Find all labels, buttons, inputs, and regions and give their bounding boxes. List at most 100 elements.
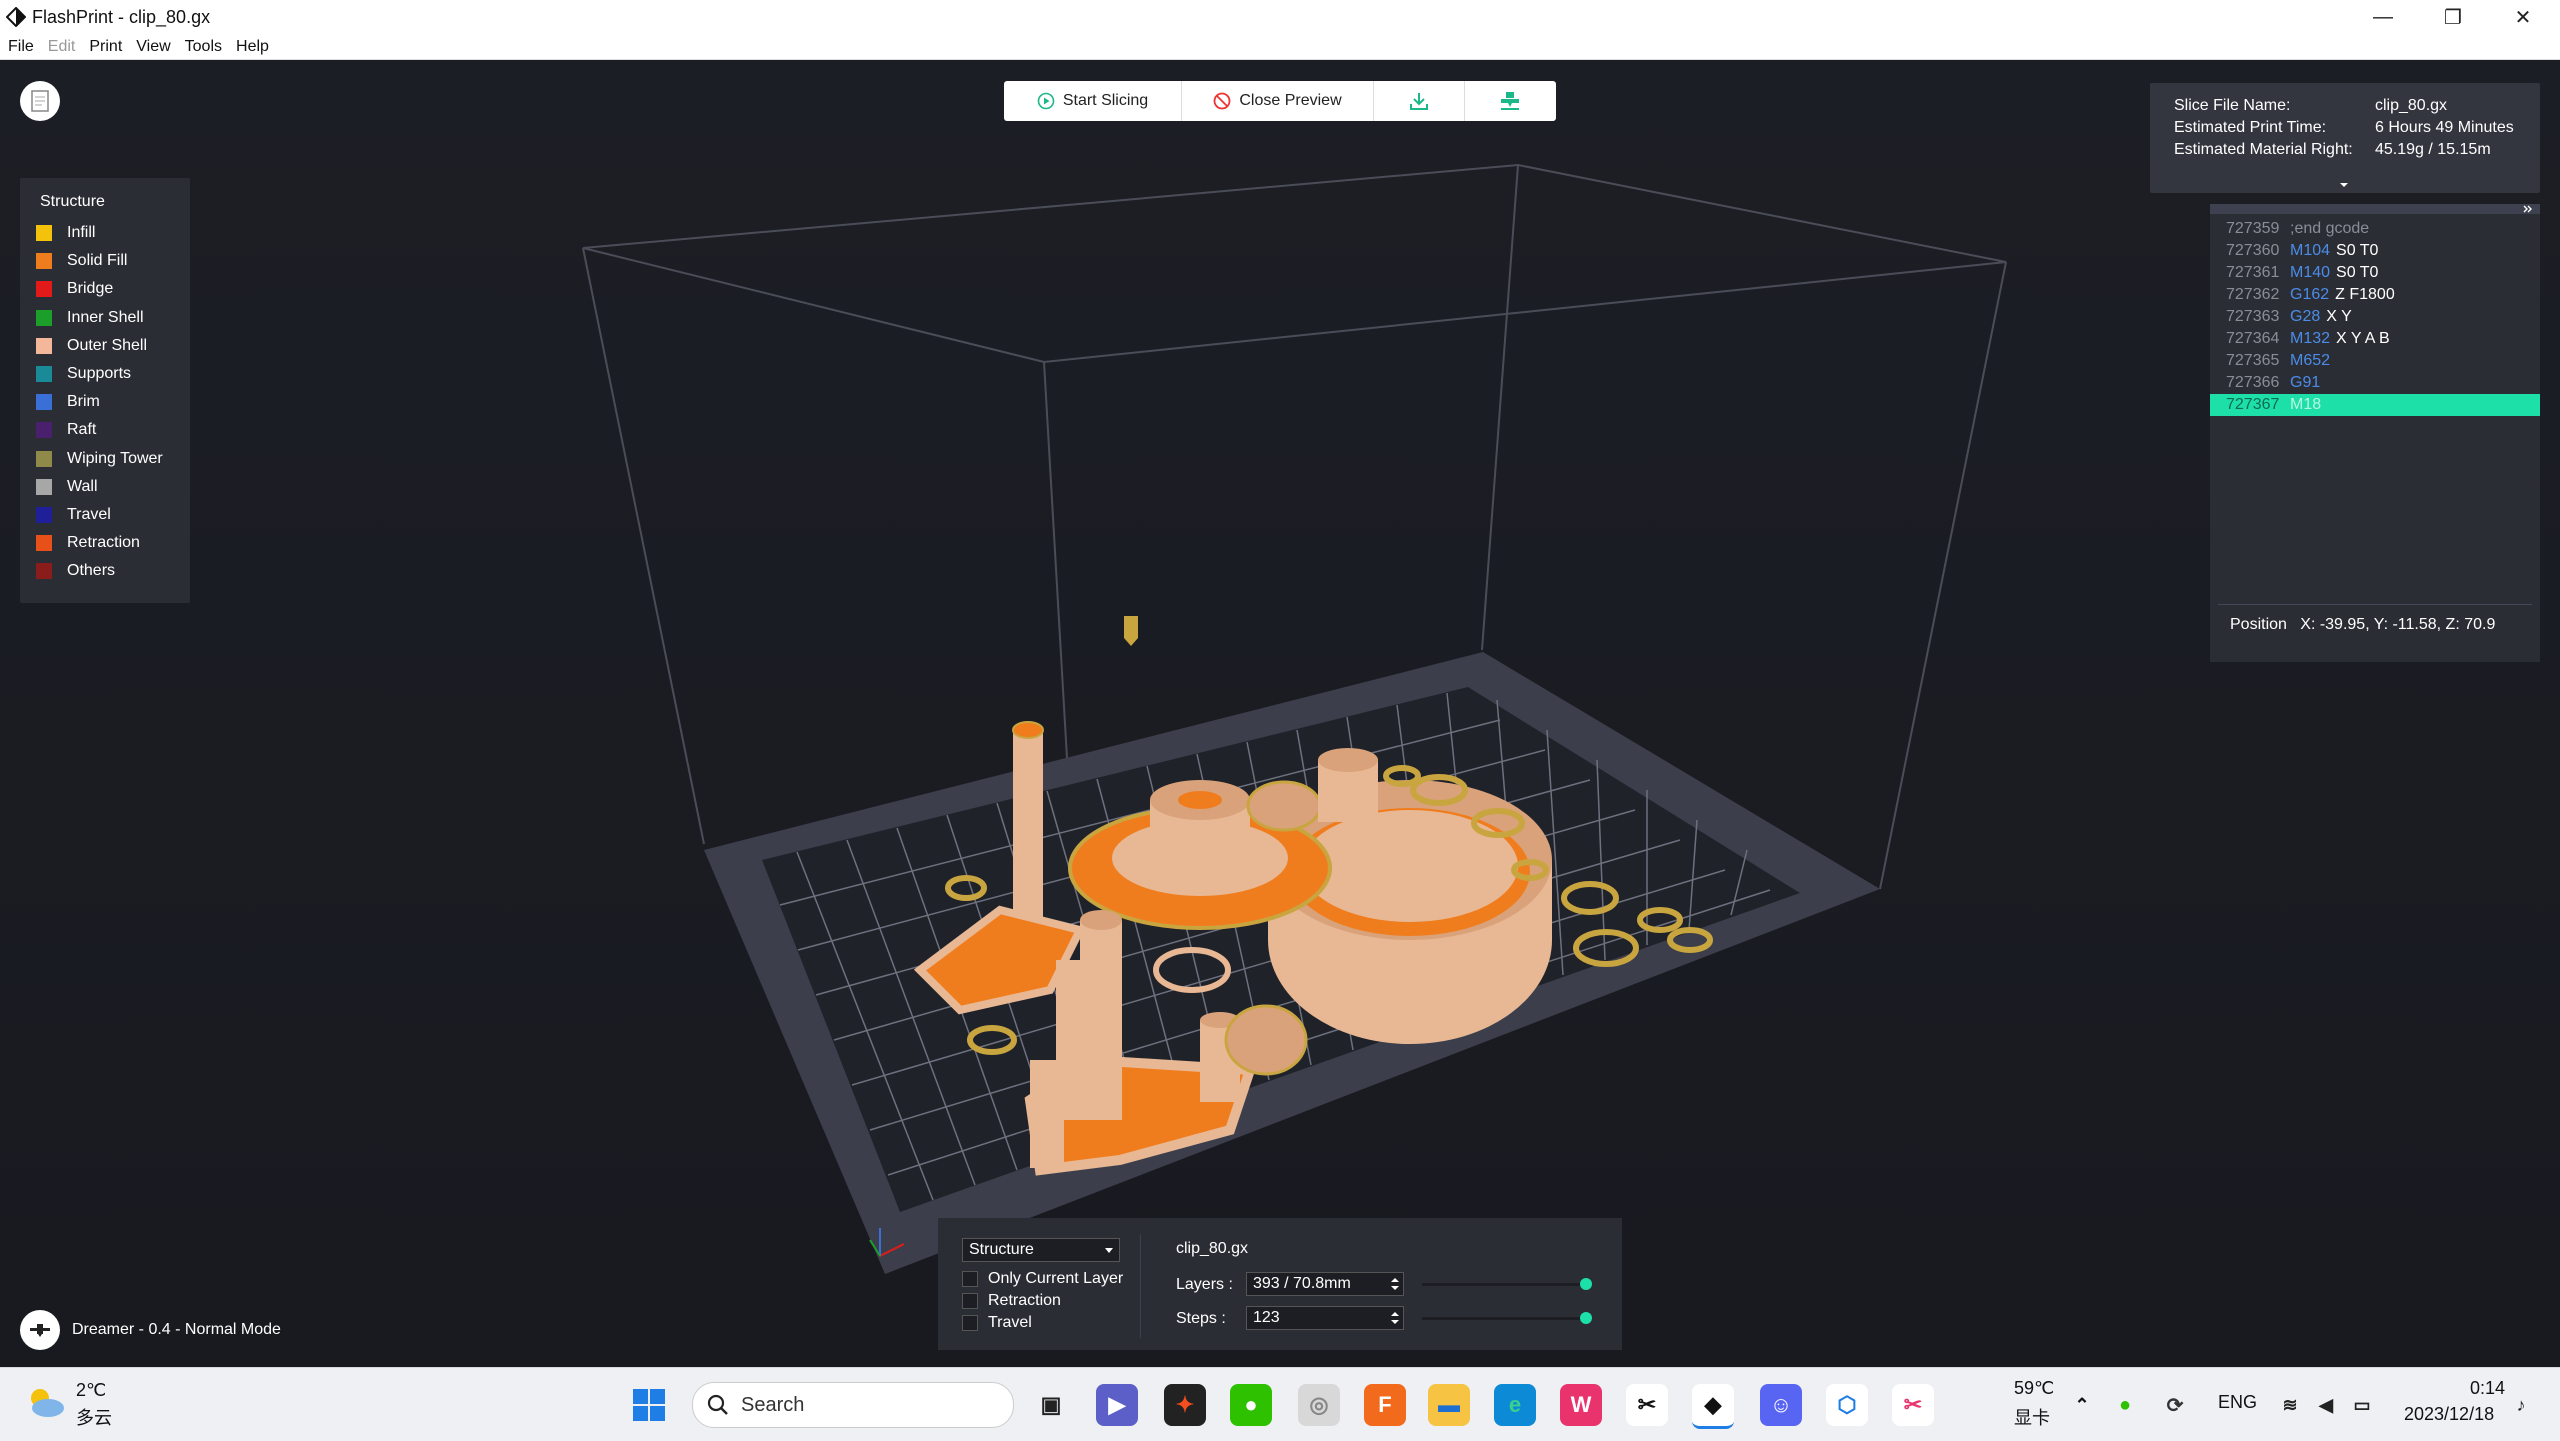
printer-icon (1501, 92, 1520, 110)
legend-item-bridge: Bridge (36, 276, 113, 302)
legend-label: Bridge (67, 280, 114, 298)
steps-slider[interactable] (1422, 1312, 1592, 1324)
3d-viewport[interactable]: Start Slicing Close Preview Structure In… (0, 60, 2560, 1367)
maximize-button[interactable]: ❐ (2418, 0, 2488, 34)
travel-checkbox[interactable]: Travel (962, 1314, 1032, 1332)
legend-item-infill: Infill (36, 220, 95, 246)
gcode-line[interactable]: 727359 ;end gcode (2226, 218, 2526, 240)
wps-icon[interactable]: W (1560, 1384, 1602, 1426)
legend-label: Outer Shell (67, 336, 148, 354)
steps-spinbox[interactable]: 123 (1246, 1306, 1404, 1330)
gcode-line[interactable]: 727360 M104 S0 T0 (2226, 240, 2526, 262)
spinner-arrows-icon[interactable] (1391, 1311, 1399, 1325)
taskbar-search[interactable]: Search (692, 1382, 1014, 1428)
edge-icon[interactable]: e (1494, 1384, 1536, 1426)
meet-icon[interactable]: ▶ (1096, 1384, 1138, 1426)
minimize-button[interactable]: — (2348, 0, 2418, 34)
file-explorer-icon[interactable]: ▬ (1428, 1384, 1470, 1426)
sync-icon[interactable]: ⟳ (2162, 1384, 2188, 1426)
menu-print[interactable]: Print (89, 38, 122, 56)
spinner-arrows-icon[interactable] (1391, 1277, 1399, 1291)
export-button[interactable] (1374, 81, 1465, 121)
legend-swatch (36, 422, 52, 439)
slice-file-name-value: clip_80.gx (2375, 97, 2448, 114)
printer-mode-button[interactable] (20, 1310, 60, 1350)
menu-help[interactable]: Help (236, 38, 269, 56)
panel-divider (1140, 1234, 1141, 1338)
task-view-icon[interactable]: ▣ (1030, 1384, 1072, 1426)
steps-slider-thumb[interactable] (1580, 1312, 1592, 1324)
layer-control-panel: Structure Only Current Layer Retraction … (938, 1218, 1622, 1350)
flashprint-app-icon (6, 7, 26, 27)
tray-app-icon[interactable]: ● (2112, 1384, 2138, 1426)
collapse-arrow-icon[interactable] (2338, 181, 2350, 189)
fusion360-icon[interactable]: F (1364, 1384, 1406, 1426)
gpu-label: 显卡 (2014, 1408, 2050, 1428)
gcode-cmd: G91 (2290, 374, 2321, 391)
legend-swatch (36, 450, 52, 467)
battery-icon[interactable]: ▭ (2348, 1384, 2376, 1426)
gcode-line[interactable]: 727363 G28 X Y (2226, 306, 2526, 328)
gcode-num: 727364 (2226, 330, 2280, 347)
material-label: Estimated Material Right: (2174, 141, 2353, 158)
legend-label: Retraction (67, 534, 140, 552)
gcode-line[interactable]: 727367 M18 (2226, 394, 2526, 416)
menu-view[interactable]: View (136, 38, 170, 56)
gcode-num: 727360 (2226, 242, 2280, 259)
start-slicing-button[interactable]: Start Slicing (1004, 81, 1183, 121)
language-indicator[interactable]: ENG (2218, 1392, 2257, 1413)
wechat-icon[interactable]: ● (1230, 1384, 1272, 1426)
checkbox-box[interactable] (962, 1315, 978, 1331)
app-icon[interactable]: ◎ (1298, 1384, 1340, 1426)
layers-slider-thumb[interactable] (1580, 1278, 1592, 1290)
gcode-line[interactable]: 727366 G91 (2226, 372, 2526, 394)
only-current-layer-checkbox[interactable]: Only Current Layer (962, 1270, 1123, 1288)
menu-tools[interactable]: Tools (185, 38, 222, 56)
menu-edit[interactable]: Edit (48, 38, 76, 56)
windows-start-icon[interactable] (628, 1384, 670, 1426)
gcode-cmd: G28 (2290, 308, 2321, 325)
layers-slider[interactable] (1422, 1278, 1592, 1290)
layers-value: 393 / 70.8mm (1253, 1275, 1351, 1292)
gcode-line[interactable]: 727361 M140 S0 T0 (2226, 262, 2526, 284)
display-mode-value: Structure (969, 1241, 1034, 1258)
gcode-num: 727365 (2226, 352, 2280, 369)
menu-file[interactable]: File (8, 38, 34, 56)
checkbox-box[interactable] (962, 1271, 978, 1287)
checkbox-box[interactable] (962, 1293, 978, 1309)
layers-spinbox[interactable]: 393 / 70.8mm (1246, 1272, 1404, 1296)
weather-cloud-icon[interactable] (24, 1384, 66, 1420)
close-button[interactable]: ✕ (2488, 0, 2558, 34)
figma-icon[interactable]: ✦ (1164, 1384, 1206, 1426)
start-slicing-label: Start Slicing (1062, 92, 1149, 109)
vpn-icon[interactable]: ⬡ (1826, 1384, 1868, 1426)
print-button[interactable] (1465, 81, 1557, 121)
print-preview-scene[interactable] (0, 60, 2560, 1367)
gcode-args: Z F1800 (2335, 286, 2395, 303)
gcode-args: X Y A B (2336, 330, 2390, 347)
position-value: X: -39.95, Y: -11.58, Z: 70.9 (2300, 616, 2496, 633)
close-preview-button[interactable]: Close Preview (1182, 81, 1374, 121)
position-label: Position (2230, 616, 2287, 633)
clock-time: 0:14 (2470, 1378, 2506, 1398)
gcode-line[interactable]: 727364 M132 X Y A B (2226, 328, 2526, 350)
gcode-cmd: M140 (2290, 264, 2331, 281)
notification-bell-icon[interactable]: ♪ (2508, 1384, 2534, 1426)
discord-icon[interactable]: ☺ (1760, 1384, 1802, 1426)
expand-arrows-icon[interactable] (2522, 204, 2534, 214)
only-current-layer-label: Only Current Layer (988, 1270, 1124, 1287)
legend-swatch (36, 507, 52, 523)
volume-icon[interactable]: ◀ (2312, 1384, 2340, 1426)
document-button[interactable] (20, 81, 60, 121)
capcut-icon[interactable]: ✂ (1626, 1384, 1668, 1426)
wifi-icon[interactable]: ≋ (2276, 1384, 2304, 1426)
retraction-checkbox[interactable]: Retraction (962, 1292, 1061, 1310)
display-mode-select[interactable]: Structure (962, 1238, 1120, 1262)
gcode-line[interactable]: 727362 G162 Z F1800 (2226, 284, 2526, 306)
gcode-panel: 727359 ;end gcode 727360 M104 S0 T0 727361 M14… (2210, 204, 2540, 662)
gcode-line[interactable]: 727365 M652 (2226, 350, 2526, 372)
legend-item-retraction: Retraction (36, 530, 140, 556)
snipping-tool-icon[interactable]: ✂ (1892, 1384, 1934, 1426)
chevron-up-icon[interactable]: ⌃ (2070, 1384, 2094, 1426)
flashprint-icon[interactable]: ◆ (1692, 1384, 1734, 1429)
